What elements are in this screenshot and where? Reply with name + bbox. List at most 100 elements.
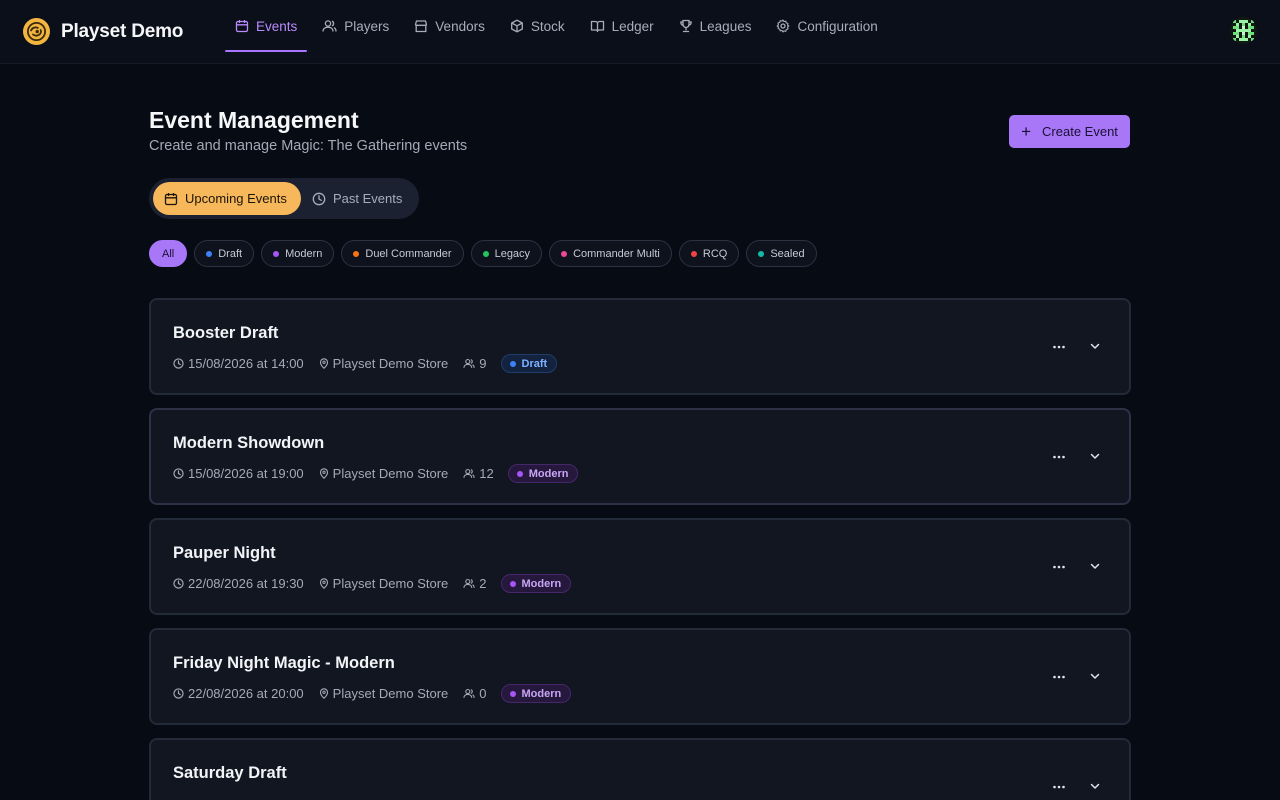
tab-past-events[interactable]: Past Events (301, 182, 413, 215)
format-badge-label: Modern (521, 577, 562, 590)
brand[interactable]: Playset Demo (23, 18, 183, 45)
format-dot-icon (561, 250, 568, 257)
event-location-text: Playset Demo Store (332, 686, 449, 701)
format-dot-icon (509, 580, 516, 587)
clock-icon (173, 688, 184, 699)
filter-chip-label: Duel Commander (365, 247, 452, 260)
event-datetime-text: 22/08/2026 at 19:30 (188, 576, 304, 591)
app-name: Playset Demo (61, 20, 184, 42)
filter-chip-all[interactable]: All (149, 240, 188, 267)
nav-item-configuration[interactable]: Configuration (766, 0, 887, 52)
nav-item-label: Players (344, 18, 390, 34)
chevron-down-icon[interactable] (1088, 669, 1102, 683)
event-players: 9 (463, 356, 487, 371)
event-datetime: 22/08/2026 at 20:00 (173, 686, 304, 701)
trophy-icon (679, 19, 692, 33)
filter-chip-commander-multi[interactable]: Commander Multi (549, 240, 672, 267)
event-card[interactable]: Pauper Night 22/08/2026 at 19:30 Playset… (149, 518, 1131, 615)
nav-item-vendors[interactable]: Vendors (404, 0, 495, 52)
event-location-text: Playset Demo Store (332, 576, 449, 591)
create-event-button[interactable]: + Create Event (1009, 115, 1130, 148)
clock-icon (312, 192, 326, 205)
map-pin-icon (319, 358, 328, 369)
nav-item-label: Ledger (611, 18, 654, 34)
event-players: 2 (463, 576, 487, 591)
event-meta: 15/08/2026 at 19:00 Playset Demo Store 1… (173, 464, 579, 483)
nav-item-ledger[interactable]: Ledger (580, 0, 664, 52)
filter-chip-rcq[interactable]: RCQ (678, 240, 740, 267)
format-dot-icon (482, 250, 489, 257)
nav-item-stock[interactable]: Stock (500, 0, 575, 52)
more-options-icon[interactable] (1052, 780, 1066, 794)
event-title: Friday Night Magic - Modern (173, 654, 395, 672)
filter-chip-label: Modern (285, 247, 323, 260)
nav-item-label: Configuration (797, 18, 878, 34)
chevron-down-icon[interactable] (1088, 339, 1102, 353)
event-datetime-text: 22/08/2026 at 20:00 (188, 686, 304, 701)
nav-item-label: Vendors (435, 18, 485, 34)
format-dot-icon (353, 250, 360, 257)
filter-chip-draft[interactable]: Draft (194, 240, 255, 267)
clock-icon (173, 468, 184, 479)
clock-icon (173, 578, 184, 589)
gear-icon (777, 19, 790, 33)
format-dot-icon (758, 250, 765, 257)
format-badge: Modern (500, 574, 572, 593)
clock-icon (173, 358, 184, 369)
event-location-text: Playset Demo Store (332, 466, 449, 481)
chevron-down-icon[interactable] (1088, 779, 1102, 793)
event-card[interactable]: Modern Showdown 15/08/2026 at 19:00 Play… (149, 408, 1131, 505)
calendar-icon (235, 20, 249, 33)
format-dot-icon (516, 470, 523, 477)
format-badge: Draft (500, 354, 558, 373)
event-players: 0 (463, 686, 487, 701)
chevron-down-icon[interactable] (1088, 559, 1102, 573)
event-datetime: 22/08/2026 at 19:30 (173, 576, 304, 591)
event-players: 12 (463, 466, 494, 481)
event-meta: 22/08/2026 at 19:30 Playset Demo Store 2… (173, 574, 572, 593)
filter-chip-label: RCQ (702, 247, 728, 260)
map-pin-icon (319, 468, 328, 479)
filter-chip-legacy[interactable]: Legacy (470, 240, 543, 267)
event-title: Saturday Draft (173, 764, 287, 782)
event-card[interactable]: Booster Draft 15/08/2026 at 14:00 Playse… (149, 298, 1131, 395)
tab-label: Upcoming Events (185, 191, 287, 206)
calendar-icon (164, 192, 178, 205)
event-meta: 22/08/2026 at 20:00 Playset Demo Store 0… (173, 684, 572, 703)
users-icon (463, 688, 475, 698)
more-options-icon[interactable] (1052, 450, 1066, 464)
brand-logo-icon (23, 18, 50, 45)
event-datetime: 15/08/2026 at 14:00 (173, 356, 304, 371)
filter-chip-label: Sealed (770, 247, 805, 260)
page-title: Event Management (149, 107, 359, 133)
nav-item-events[interactable]: Events (225, 0, 308, 52)
event-location-text: Playset Demo Store (332, 356, 449, 371)
more-options-icon[interactable] (1052, 670, 1066, 684)
event-location: Playset Demo Store (319, 356, 449, 371)
nav-item-leagues[interactable]: Leagues (669, 0, 762, 52)
more-options-icon[interactable] (1052, 560, 1066, 574)
nav-item-players[interactable]: Players (312, 0, 399, 52)
chevron-down-icon[interactable] (1088, 449, 1102, 463)
format-dot-icon (690, 250, 697, 257)
plus-icon: + (1021, 122, 1032, 141)
event-card[interactable]: Friday Night Magic - Modern 22/08/2026 a… (149, 628, 1131, 725)
event-title: Modern Showdown (173, 434, 325, 452)
event-datetime: 15/08/2026 at 19:00 (173, 466, 304, 481)
event-players-count: 12 (479, 466, 494, 481)
filter-chip-modern[interactable]: Modern (261, 240, 335, 267)
event-players-count: 0 (479, 686, 487, 701)
event-card[interactable]: Saturday Draft (149, 738, 1131, 800)
user-avatar[interactable] (1230, 17, 1257, 44)
tab-upcoming-events[interactable]: Upcoming Events (153, 182, 301, 215)
format-dot-icon (509, 690, 516, 697)
format-dot-icon (273, 250, 280, 257)
avatar-image (1230, 17, 1257, 44)
book-icon (590, 20, 604, 33)
format-badge-label: Draft (521, 357, 548, 370)
format-dot-icon (509, 360, 516, 367)
filter-chip-duel-commander[interactable]: Duel Commander (341, 240, 464, 267)
filter-chip-sealed[interactable]: Sealed (746, 240, 817, 267)
format-badge: Modern (507, 464, 579, 483)
more-options-icon[interactable] (1052, 340, 1066, 354)
